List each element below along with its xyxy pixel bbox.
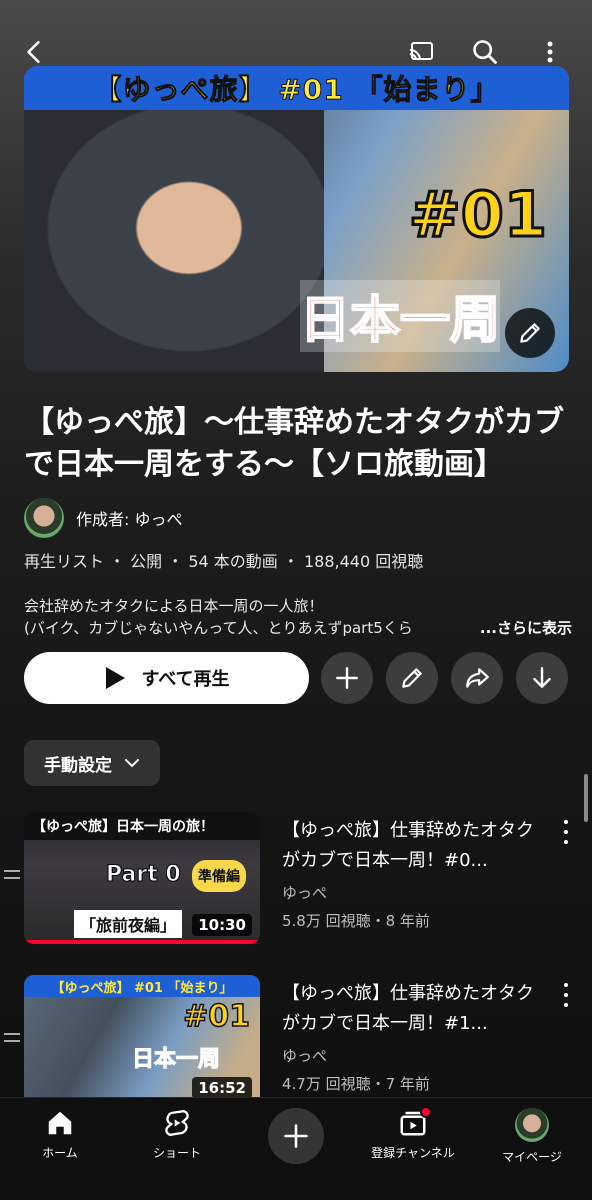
play-all-label: すべて再生: [141, 669, 230, 690]
thumbnail-person-image: [24, 110, 324, 372]
thumbnail-caption-top: 【ゆっぺ旅】日本一周の旅！: [24, 812, 260, 840]
thumbnail-subtitle: 日本一周: [299, 280, 501, 352]
playlist-thumbnail[interactable]: 【ゆっぺ旅】 #01 「始まり」 #01 日本一周: [24, 66, 569, 372]
thumbnail-caption-bottom: 「旅前夜編」: [74, 910, 183, 938]
video-menu-button[interactable]: [556, 983, 576, 1007]
edit-thumbnail-button[interactable]: [505, 308, 555, 358]
description-line: (バイク、カブじゃないやんって人、とりあえずpart5くら: [24, 619, 413, 637]
playlist-meta: 再生リスト ・ 公開 ・ 54 本の動画 ・ 188,440 回視聴: [24, 552, 424, 571]
pencil-icon: [402, 668, 422, 688]
nav-home-label: ホーム: [42, 1146, 78, 1160]
video-menu-button[interactable]: [556, 820, 576, 844]
thumbnail-title-band: 【ゆっぺ旅】 #01 「始まり」: [24, 66, 569, 110]
list-item[interactable]: 【ゆっぺ旅】 #01 「始まり」 #01 日本一周 16:52 【ゆっぺ旅】仕事…: [0, 975, 592, 1107]
search-icon: [473, 40, 497, 64]
description-line: 会社辞めたオタクによる日本一周の一人旅！: [24, 597, 324, 615]
nav-subscriptions[interactable]: 登録チャンネル: [358, 1106, 468, 1161]
nav-shorts[interactable]: ショート: [122, 1108, 232, 1161]
bottom-navigation: ホーム ショート 登録チャンネル マイページ: [0, 1097, 592, 1200]
drag-handle-icon[interactable]: [4, 870, 20, 884]
share-icon: [466, 668, 489, 688]
nav-shorts-label: ショート: [152, 1146, 201, 1160]
video-thumbnail[interactable]: 【ゆっぺ旅】 #01 「始まり」 #01 日本一周 16:52: [24, 975, 260, 1107]
avatar: [24, 498, 64, 538]
nav-home[interactable]: ホーム: [5, 1108, 115, 1161]
sort-dropdown[interactable]: 手動設定: [24, 740, 160, 786]
notification-dot: [420, 1106, 432, 1118]
nav-mypage-label: マイページ: [502, 1150, 562, 1164]
video-channel: ゆっぺ: [282, 884, 328, 902]
play-all-button[interactable]: すべて再生: [24, 652, 309, 704]
video-meta: 4.7万 回視聴・7 年前: [282, 1075, 430, 1093]
thumbnail-episode-number: #01: [407, 177, 548, 253]
thumbnail-part: Part 0: [106, 862, 182, 888]
video-title[interactable]: 【ゆっぺ旅】仕事辞めたオタクがカブで日本一周！#0...: [282, 816, 544, 876]
video-thumbnail[interactable]: 【ゆっぺ旅】日本一周の旅！ Part 0 準備編 「旅前夜編」 10:30: [24, 812, 260, 944]
thumbnail-part: #01: [182, 998, 250, 1035]
add-button[interactable]: [321, 652, 373, 704]
playlist-creator[interactable]: 作成者: ゆっぺ: [24, 498, 182, 538]
video-duration: 10:30: [192, 914, 252, 936]
playlist-title: 【ゆっぺ旅】〜仕事辞めたオタクがカブで日本一周をする〜【ソロ旅動画】: [24, 405, 564, 482]
more-vert-icon: [547, 41, 553, 63]
play-icon: [106, 667, 126, 689]
nav-mypage[interactable]: マイページ: [477, 1108, 587, 1165]
plus-icon: [336, 667, 358, 689]
pencil-icon: [520, 323, 540, 343]
nav-subscriptions-label: 登録チャンネル: [371, 1146, 455, 1160]
thumbnail-badge: 日本一周: [131, 1047, 221, 1073]
edit-playlist-button[interactable]: [386, 652, 438, 704]
video-duration: 16:52: [192, 1077, 252, 1099]
create-button[interactable]: [268, 1108, 324, 1164]
home-icon: [48, 1111, 72, 1135]
thumbnail-badge: 準備編: [192, 860, 246, 892]
show-more-link[interactable]: ...さらに表示: [480, 617, 572, 639]
chevron-down-icon: [125, 759, 139, 768]
drag-handle-icon[interactable]: [4, 1033, 20, 1047]
shorts-icon: [165, 1110, 189, 1136]
download-button[interactable]: [516, 652, 568, 704]
avatar: [515, 1108, 549, 1142]
video-channel: ゆっぺ: [282, 1047, 328, 1065]
download-icon: [533, 667, 551, 688]
video-meta: 5.8万 回視聴・8 年前: [282, 912, 430, 930]
plus-icon: [284, 1124, 308, 1148]
arrow-left-icon: [27, 40, 40, 64]
thumbnail-caption-top: 【ゆっぺ旅】 #01 「始まり」: [24, 975, 260, 997]
sort-label: 手動設定: [44, 755, 112, 776]
list-item[interactable]: 【ゆっぺ旅】日本一周の旅！ Part 0 準備編 「旅前夜編」 10:30 【ゆ…: [0, 812, 592, 944]
watch-progress-bar: [24, 940, 260, 944]
playlist-description[interactable]: 会社辞めたオタクによる日本一周の一人旅！ (バイク、カブじゃないやんって人、とり…: [24, 595, 572, 639]
video-title[interactable]: 【ゆっぺ旅】仕事辞めたオタクがカブで日本一周！#1...: [282, 979, 544, 1039]
creator-label: 作成者: ゆっぺ: [76, 510, 183, 529]
cast-icon: [409, 42, 433, 61]
share-button[interactable]: [451, 652, 503, 704]
